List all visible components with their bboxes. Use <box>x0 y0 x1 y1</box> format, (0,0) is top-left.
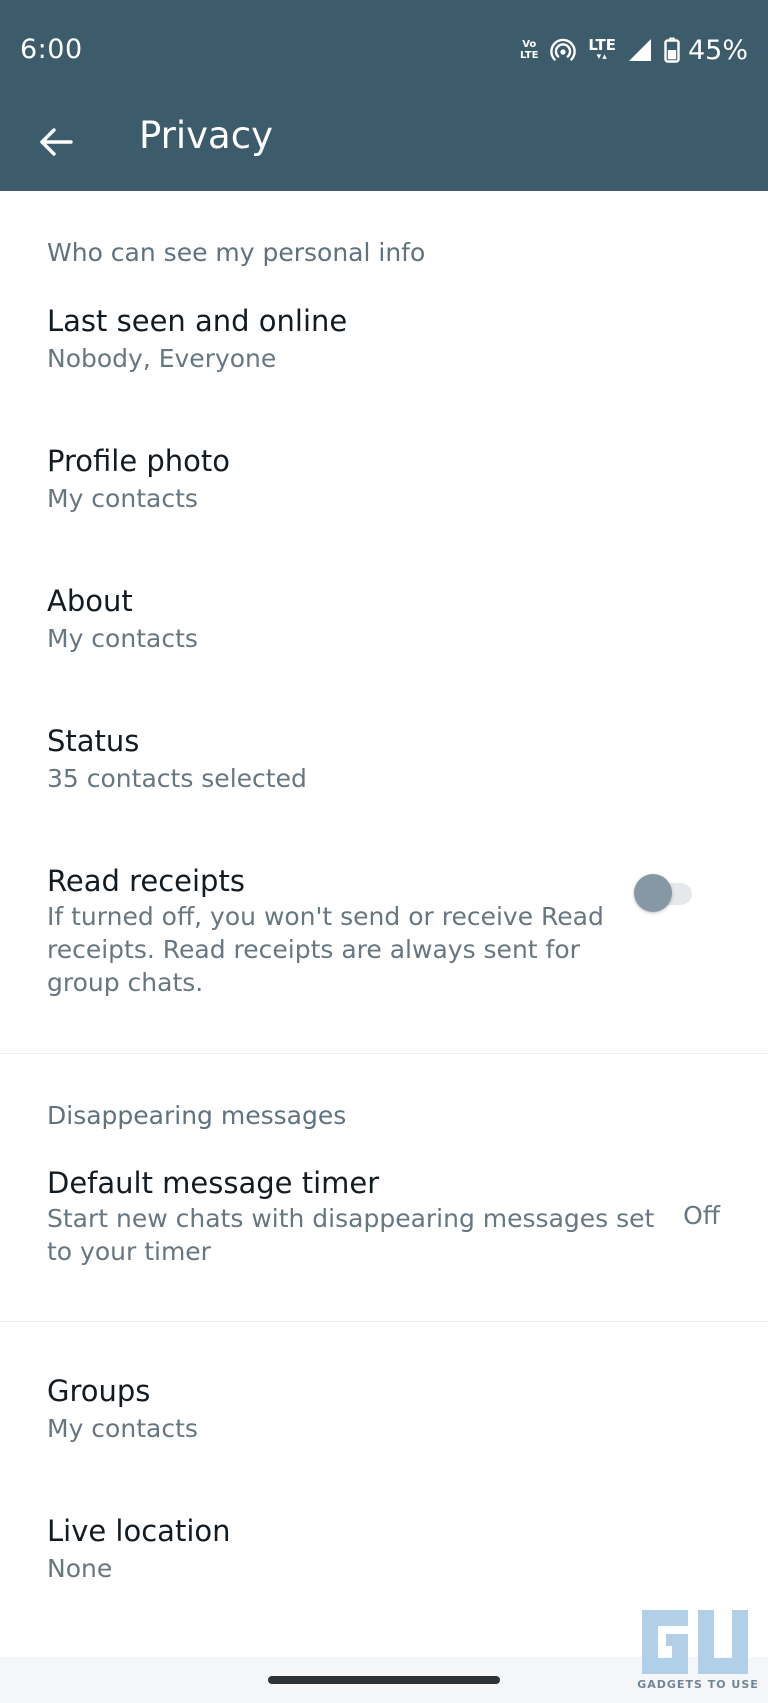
item-subtitle: My contacts <box>47 1414 198 1443</box>
battery-icon <box>664 37 680 63</box>
subtitle-line: If turned off, you won't send or receive… <box>47 902 604 931</box>
about-item[interactable]: About My contacts <box>0 584 768 654</box>
item-title: Read receipts <box>47 864 245 898</box>
groups-item[interactable]: Groups My contacts <box>0 1374 768 1444</box>
gadgets-to-use-watermark: GADGETS TO USE <box>636 1602 760 1700</box>
section-header-personal-info: Who can see my personal info <box>47 238 426 267</box>
item-subtitle: My contacts <box>47 624 198 653</box>
status-icons: Vo LTE LTE ▾▴ 45% <box>520 30 748 70</box>
lte-icon: LTE ▾▴ <box>588 38 616 62</box>
subtitle-line: receipts. Read receipts are always sent … <box>47 935 580 964</box>
volte-bottom-label: LTE <box>520 50 539 61</box>
data-arrows-icon: ▾▴ <box>596 52 608 62</box>
app-bar: 6:00 Vo LTE LTE ▾▴ 45% Privacy <box>0 0 768 191</box>
section-header-disappearing: Disappearing messages <box>47 1101 347 1130</box>
hotspot-icon <box>550 38 577 61</box>
volte-icon: Vo LTE <box>520 39 538 61</box>
live-location-item[interactable]: Live location None <box>0 1514 768 1584</box>
item-title: About <box>47 584 133 618</box>
item-subtitle: None <box>47 1554 113 1583</box>
signal-icon <box>628 39 651 61</box>
item-subtitle: 35 contacts selected <box>47 764 307 793</box>
toggle-thumb <box>634 874 672 912</box>
item-subtitle: If turned off, you won't send or receive… <box>47 900 604 999</box>
item-subtitle: Start new chats with disappearing messag… <box>47 1202 654 1268</box>
subtitle-line: Start new chats with disappearing messag… <box>47 1204 655 1233</box>
status-time: 6:00 <box>20 34 83 65</box>
home-indicator[interactable] <box>268 1676 500 1684</box>
item-subtitle: My contacts <box>47 484 198 513</box>
network-label: LTE <box>588 36 616 54</box>
timer-value: Off <box>683 1201 720 1230</box>
item-title: Status <box>47 724 140 758</box>
toolbar: Privacy <box>0 100 768 191</box>
status-item[interactable]: Status 35 contacts selected <box>0 724 768 794</box>
battery-percentage: 45% <box>687 34 748 66</box>
subtitle-line: to your timer <box>47 1237 211 1266</box>
back-button[interactable] <box>30 116 82 168</box>
read-receipts-toggle[interactable] <box>634 872 698 912</box>
arrow-left-icon <box>40 128 73 156</box>
profile-photo-item[interactable]: Profile photo My contacts <box>0 444 768 514</box>
gu-logo-icon <box>642 1610 748 1674</box>
section-divider <box>0 1053 768 1054</box>
item-title: Profile photo <box>47 444 231 478</box>
page-title: Privacy <box>139 114 273 157</box>
watermark-caption: GADGETS TO USE <box>637 1678 759 1691</box>
item-title: Live location <box>47 1514 231 1548</box>
section-divider <box>0 1321 768 1322</box>
item-title: Groups <box>47 1374 151 1408</box>
status-bar: 6:00 Vo LTE LTE ▾▴ 45% <box>0 0 768 100</box>
last-seen-online-item[interactable]: Last seen and online Nobody, Everyone <box>0 304 768 374</box>
item-subtitle: Nobody, Everyone <box>47 344 277 373</box>
default-message-timer-item[interactable]: Default message timer Start new chats wi… <box>0 1166 768 1268</box>
item-title: Last seen and online <box>47 304 348 338</box>
volte-top-label: Vo <box>522 39 537 50</box>
subtitle-line: group chats. <box>47 968 204 997</box>
item-title: Default message timer <box>47 1166 380 1200</box>
read-receipts-item[interactable]: Read receipts If turned off, you won't s… <box>0 864 768 999</box>
